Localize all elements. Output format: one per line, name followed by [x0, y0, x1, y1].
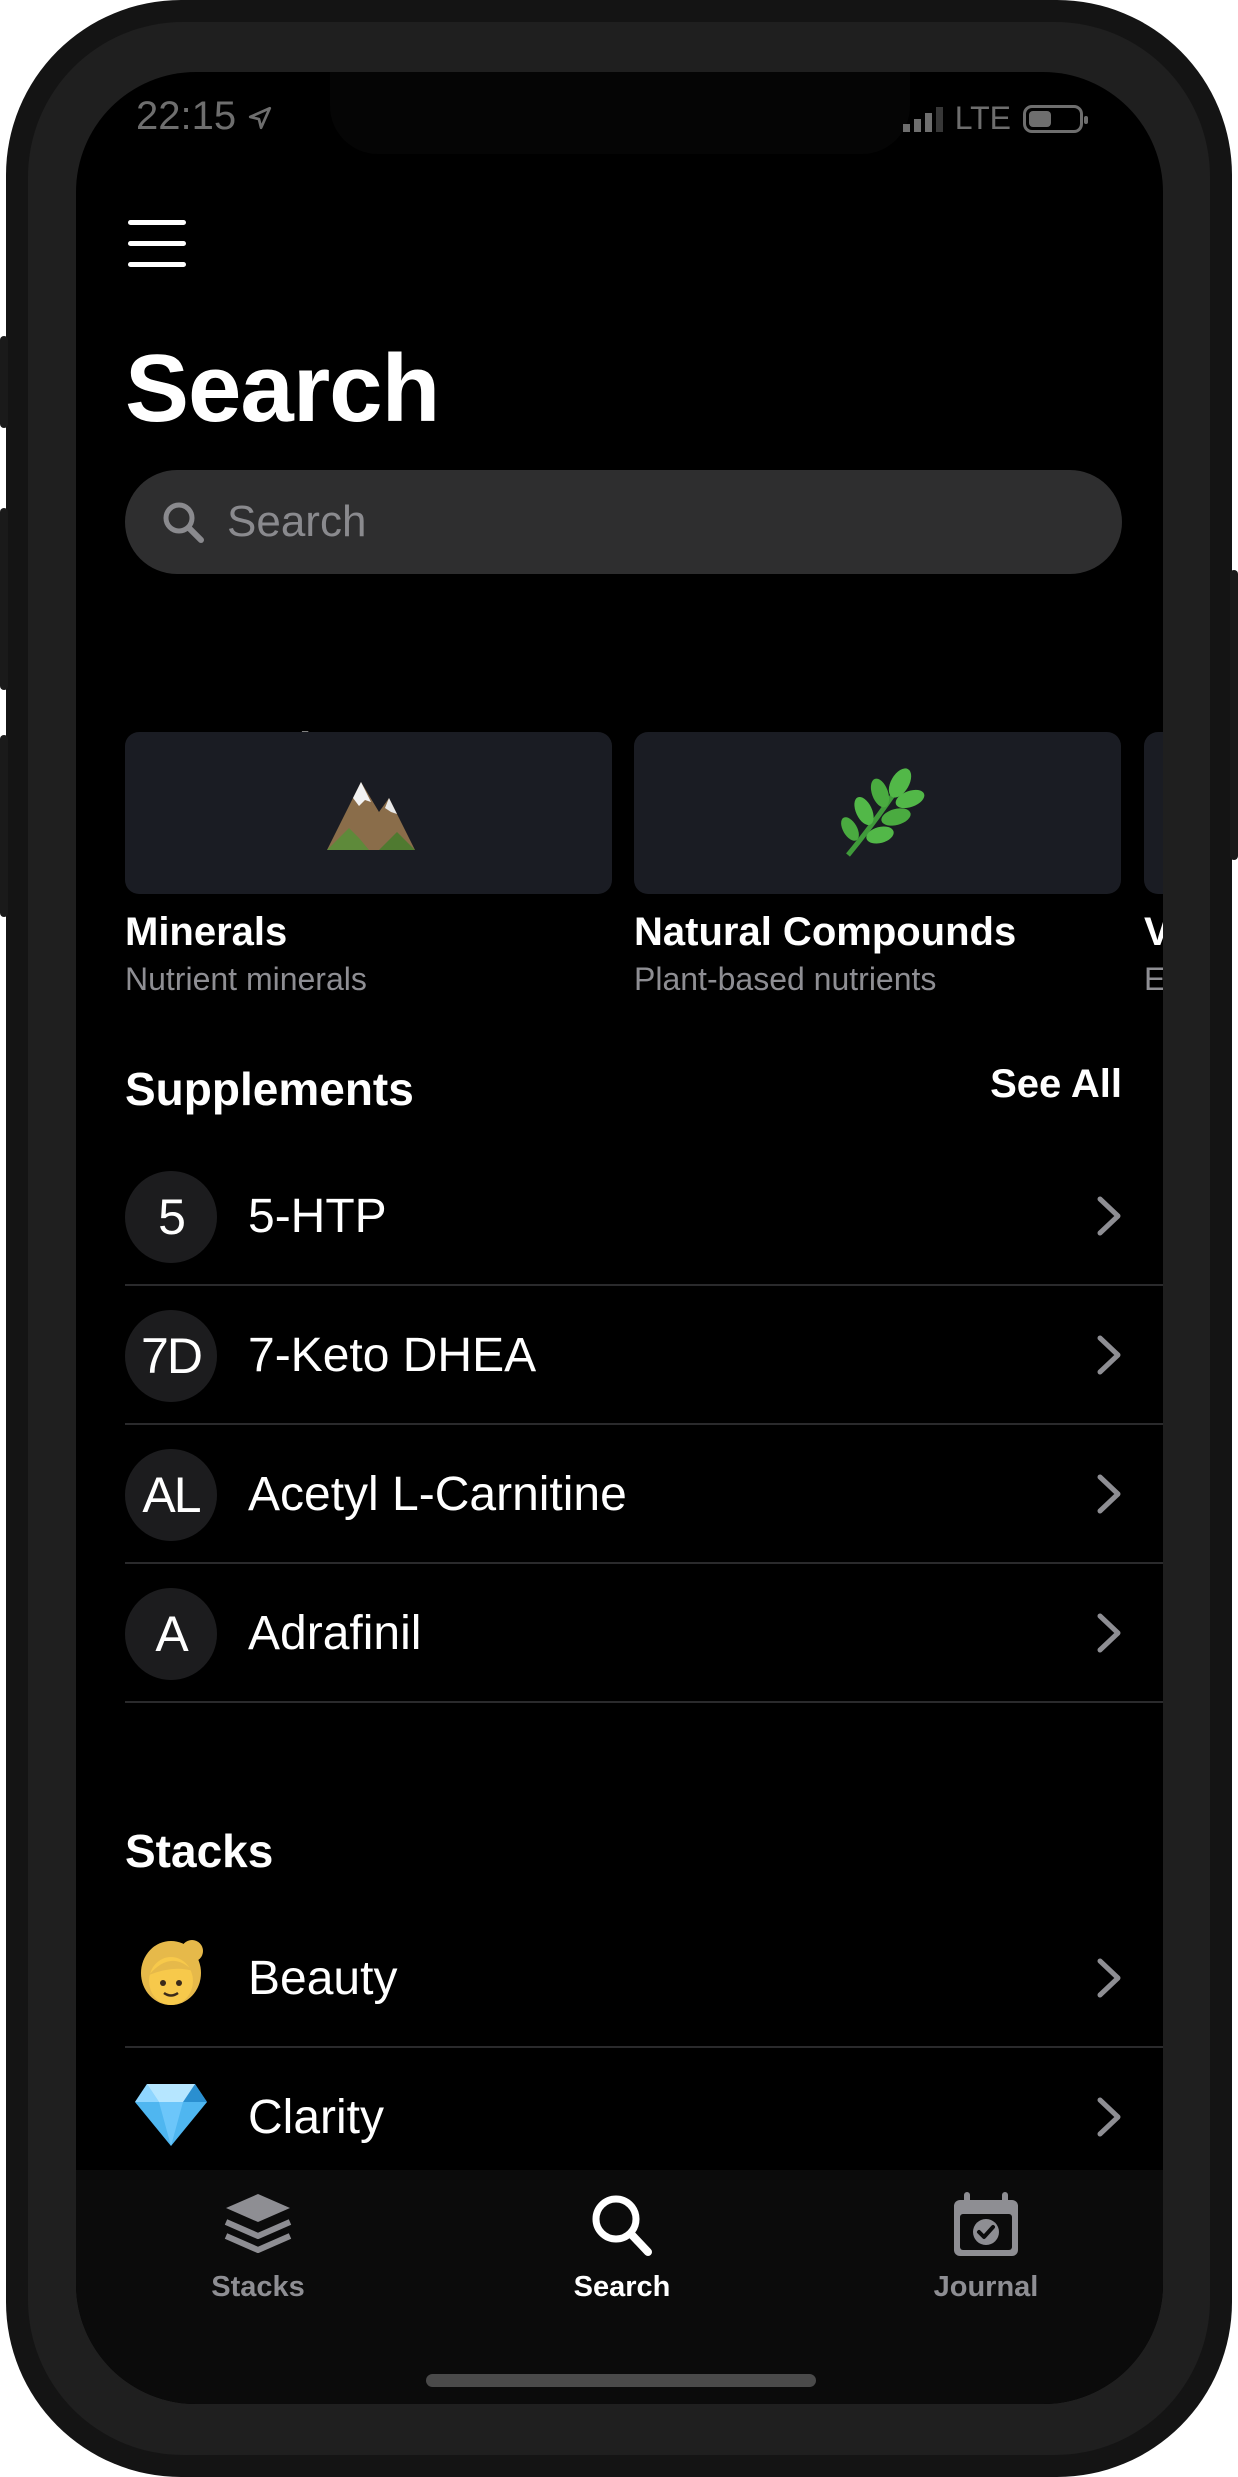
device-notch [330, 72, 910, 154]
category-card-natural-compounds[interactable]: Natural Compounds Plant-based nutrients [634, 732, 1121, 998]
category-image [125, 732, 612, 894]
initials-avatar: AL [125, 1449, 217, 1541]
network-type: LTE [954, 100, 1011, 136]
stack-row[interactable]: Clarity [125, 2048, 1163, 2187]
category-image [634, 732, 1121, 894]
supplement-name: Acetyl L-Carnitine [248, 1468, 627, 1521]
search-icon [163, 502, 204, 543]
stacks-heading: Stacks [125, 1825, 274, 1877]
stack-layers-icon [224, 2194, 292, 2253]
tab-label: Journal [933, 2271, 1039, 2303]
tab-bar: Stacks Search Journal [76, 2170, 1163, 2404]
volume-up-button [0, 508, 8, 690]
chevron-right-icon [1097, 2097, 1121, 2137]
chevron-right-icon [1097, 1196, 1121, 1236]
category-subtitle: Plant-based nutrients [634, 961, 937, 997]
mountain-icon [326, 782, 415, 850]
category-card-partial[interactable]: V E [1144, 732, 1163, 998]
tab-search[interactable]: Search [522, 2190, 722, 2304]
status-time: 22:15 [136, 94, 273, 139]
chevron-right-icon [1097, 1613, 1121, 1653]
search-bar[interactable] [125, 470, 1122, 574]
search-input[interactable] [225, 496, 1029, 548]
chevron-right-icon [1097, 1335, 1121, 1375]
battery-icon [1023, 104, 1088, 133]
category-name: Minerals [125, 910, 288, 954]
supplement-name: 5-HTP [248, 1190, 387, 1243]
supplement-row[interactable]: A Adrafinil [125, 1564, 1163, 1703]
supplement-name: Adrafinil [248, 1607, 422, 1660]
tab-label: Search [573, 2271, 671, 2303]
battery-level [1029, 110, 1051, 127]
supplements-heading: Supplements [125, 1063, 414, 1115]
supplement-row[interactable]: 5 5-HTP [125, 1147, 1163, 1286]
herb-icon [840, 768, 924, 857]
stack-name: Clarity [248, 2091, 385, 2144]
tab-stacks[interactable]: Stacks [158, 2190, 358, 2304]
status-indicators: LTE [902, 100, 1088, 137]
category-name: V [1144, 910, 1163, 954]
power-button [1230, 570, 1238, 860]
signal-strength-icon [902, 106, 943, 132]
stack-name: Beauty [248, 1952, 398, 2005]
page-title: Search [125, 335, 440, 442]
initials-avatar: 7D [125, 1310, 217, 1402]
location-arrow-icon [249, 107, 272, 130]
mute-switch [0, 336, 8, 428]
stack-row[interactable]: Beauty [125, 1909, 1163, 2048]
category-image [1144, 732, 1163, 894]
row-separator [125, 1701, 1163, 1703]
gem-icon [125, 2068, 217, 2160]
chevron-right-icon [1097, 1474, 1121, 1514]
app-screen: 22:15 LTE Search Categories [76, 72, 1163, 2404]
woman-icon [125, 1929, 217, 2021]
volume-down-button [0, 735, 8, 917]
search-icon [592, 2195, 652, 2256]
calendar-check-icon [954, 2192, 1018, 2256]
category-subtitle: Nutrient minerals [125, 961, 367, 997]
see-all-link[interactable]: See All [990, 1062, 1122, 1107]
tab-journal[interactable]: Journal [886, 2190, 1086, 2304]
supplement-row[interactable]: AL Acetyl L-Carnitine [125, 1425, 1163, 1564]
supplement-row[interactable]: 7D 7-Keto DHEA [125, 1286, 1163, 1425]
initials-avatar: A [125, 1588, 217, 1680]
supplement-name: 7-Keto DHEA [248, 1329, 537, 1382]
home-indicator[interactable] [426, 2374, 816, 2387]
hamburger-menu-icon[interactable] [128, 220, 188, 268]
tab-label: Stacks [211, 2271, 305, 2303]
category-card-minerals[interactable]: Minerals Nutrient minerals [125, 732, 612, 998]
category-subtitle: E [1144, 961, 1163, 997]
initials-avatar: 5 [125, 1171, 217, 1263]
category-name: Natural Compounds [634, 910, 1017, 954]
chevron-right-icon [1097, 1958, 1121, 1998]
